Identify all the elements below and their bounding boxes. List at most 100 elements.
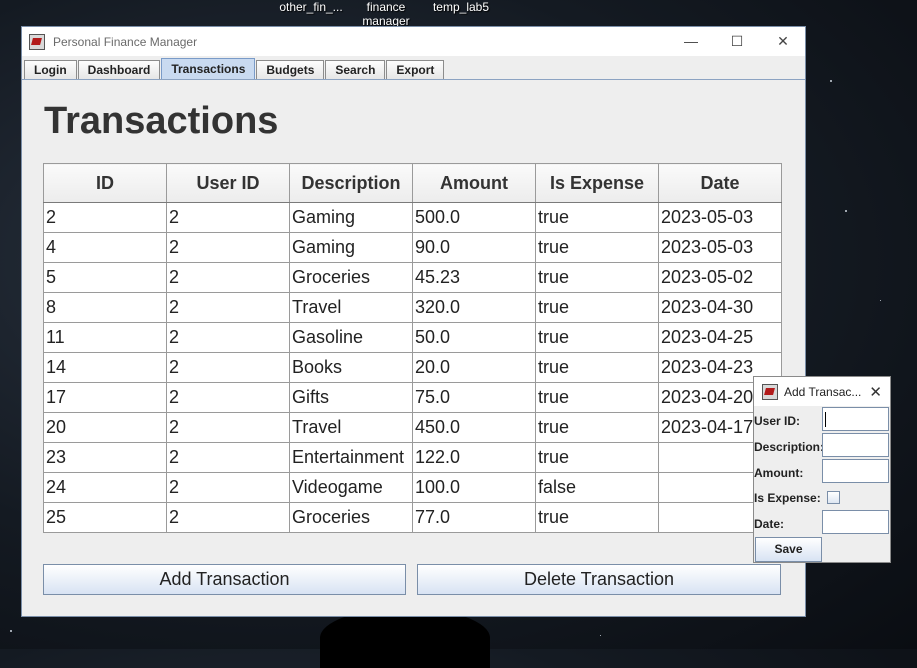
- cell-is-expense[interactable]: true: [535, 382, 659, 413]
- table-row[interactable]: 20 2 Travel 450.0 true 2023-04-17: [43, 412, 782, 443]
- cell-description[interactable]: Gifts: [289, 382, 413, 413]
- column-header-user-id[interactable]: User ID: [166, 163, 290, 203]
- cell-is-expense[interactable]: true: [535, 322, 659, 353]
- cell-is-expense[interactable]: true: [535, 352, 659, 383]
- column-header-is-expense[interactable]: Is Expense: [535, 163, 659, 203]
- cell-amount[interactable]: 100.0: [412, 472, 536, 503]
- save-button[interactable]: Save: [755, 537, 822, 562]
- cell-user-id[interactable]: 2: [166, 202, 290, 233]
- tab-login[interactable]: Login: [24, 60, 77, 79]
- cell-id[interactable]: 24: [43, 472, 167, 503]
- cell-user-id[interactable]: 2: [166, 292, 290, 323]
- dialog-title-bar[interactable]: Add Transac... ✕: [754, 377, 890, 406]
- cell-description[interactable]: Groceries: [289, 262, 413, 293]
- cell-description[interactable]: Videogame: [289, 472, 413, 503]
- column-header-id[interactable]: ID: [43, 163, 167, 203]
- cell-is-expense[interactable]: true: [535, 292, 659, 323]
- dialog-close-button[interactable]: ✕: [869, 383, 882, 401]
- cell-is-expense[interactable]: true: [535, 502, 659, 533]
- column-header-description[interactable]: Description: [289, 163, 413, 203]
- cell-id[interactable]: 2: [43, 202, 167, 233]
- tab-search[interactable]: Search: [325, 60, 386, 79]
- cell-user-id[interactable]: 2: [166, 232, 290, 263]
- amount-field[interactable]: [822, 459, 889, 483]
- delete-transaction-button[interactable]: Delete Transaction: [417, 564, 781, 595]
- tab-budgets[interactable]: Budgets: [256, 60, 325, 79]
- tab-export[interactable]: Export: [386, 60, 445, 79]
- cell-user-id[interactable]: 2: [166, 262, 290, 293]
- cell-amount[interactable]: 450.0: [412, 412, 536, 443]
- cell-description[interactable]: Books: [289, 352, 413, 383]
- tab-transactions[interactable]: Transactions: [161, 58, 256, 79]
- desktop-icon-other-fin[interactable]: other_fin_...: [272, 0, 350, 14]
- cell-id[interactable]: 20: [43, 412, 167, 443]
- cell-description[interactable]: Entertainment: [289, 442, 413, 473]
- table-row[interactable]: 23 2 Entertainment 122.0 true: [43, 442, 782, 473]
- cell-id[interactable]: 5: [43, 262, 167, 293]
- cell-amount[interactable]: 500.0: [412, 202, 536, 233]
- cell-date[interactable]: 2023-05-03: [658, 202, 782, 233]
- date-field[interactable]: [822, 510, 889, 534]
- close-button[interactable]: ✕: [760, 27, 806, 56]
- cell-user-id[interactable]: 2: [166, 442, 290, 473]
- cell-amount[interactable]: 320.0: [412, 292, 536, 323]
- cell-is-expense[interactable]: true: [535, 412, 659, 443]
- add-transaction-button[interactable]: Add Transaction: [43, 564, 406, 595]
- cell-id[interactable]: 17: [43, 382, 167, 413]
- description-field[interactable]: [822, 433, 889, 457]
- cell-description[interactable]: Travel: [289, 292, 413, 323]
- table-row[interactable]: 11 2 Gasoline 50.0 true 2023-04-25: [43, 322, 782, 353]
- cell-is-expense[interactable]: true: [535, 232, 659, 263]
- is-expense-checkbox[interactable]: [827, 491, 840, 504]
- title-bar[interactable]: Personal Finance Manager — ☐ ✕: [22, 27, 805, 56]
- cell-user-id[interactable]: 2: [166, 502, 290, 533]
- table-row[interactable]: 17 2 Gifts 75.0 true 2023-04-20: [43, 382, 782, 413]
- cell-id[interactable]: 14: [43, 352, 167, 383]
- cell-id[interactable]: 8: [43, 292, 167, 323]
- cell-id[interactable]: 23: [43, 442, 167, 473]
- cell-amount[interactable]: 50.0: [412, 322, 536, 353]
- tab-dashboard[interactable]: Dashboard: [77, 60, 161, 79]
- cell-date[interactable]: 2023-05-02: [658, 262, 782, 293]
- desktop-icon-finance-manager[interactable]: finance manager: [354, 0, 418, 28]
- column-header-date[interactable]: Date: [658, 163, 782, 203]
- cell-is-expense[interactable]: true: [535, 262, 659, 293]
- cell-description[interactable]: Groceries: [289, 502, 413, 533]
- cell-is-expense[interactable]: true: [535, 202, 659, 233]
- cell-amount[interactable]: 20.0: [412, 352, 536, 383]
- cell-amount[interactable]: 90.0: [412, 232, 536, 263]
- user-id-field[interactable]: [822, 407, 889, 431]
- cell-description[interactable]: Gaming: [289, 232, 413, 263]
- cell-id[interactable]: 4: [43, 232, 167, 263]
- table-row[interactable]: 25 2 Groceries 77.0 true: [43, 502, 782, 533]
- cell-amount[interactable]: 77.0: [412, 502, 536, 533]
- table-row[interactable]: 5 2 Groceries 45.23 true 2023-05-02: [43, 262, 782, 293]
- maximize-button[interactable]: ☐: [714, 27, 760, 56]
- cell-is-expense[interactable]: true: [535, 442, 659, 473]
- table-row[interactable]: 24 2 Videogame 100.0 false: [43, 472, 782, 503]
- cell-date[interactable]: 2023-04-25: [658, 322, 782, 353]
- column-header-amount[interactable]: Amount: [412, 163, 536, 203]
- cell-amount[interactable]: 122.0: [412, 442, 536, 473]
- cell-date[interactable]: 2023-05-03: [658, 232, 782, 263]
- cell-amount[interactable]: 45.23: [412, 262, 536, 293]
- cell-is-expense[interactable]: false: [535, 472, 659, 503]
- cell-user-id[interactable]: 2: [166, 472, 290, 503]
- table-row[interactable]: 14 2 Books 20.0 true 2023-04-23: [43, 352, 782, 383]
- cell-user-id[interactable]: 2: [166, 412, 290, 443]
- minimize-button[interactable]: —: [668, 27, 714, 56]
- cell-date[interactable]: 2023-04-30: [658, 292, 782, 323]
- desktop-icon-temp-lab5[interactable]: temp_lab5: [424, 0, 498, 14]
- cell-id[interactable]: 25: [43, 502, 167, 533]
- cell-user-id[interactable]: 2: [166, 322, 290, 353]
- table-row[interactable]: 2 2 Gaming 500.0 true 2023-05-03: [43, 202, 782, 233]
- cell-description[interactable]: Gaming: [289, 202, 413, 233]
- cell-description[interactable]: Gasoline: [289, 322, 413, 353]
- cell-id[interactable]: 11: [43, 322, 167, 353]
- cell-user-id[interactable]: 2: [166, 352, 290, 383]
- cell-user-id[interactable]: 2: [166, 382, 290, 413]
- table-row[interactable]: 8 2 Travel 320.0 true 2023-04-30: [43, 292, 782, 323]
- cell-amount[interactable]: 75.0: [412, 382, 536, 413]
- cell-description[interactable]: Travel: [289, 412, 413, 443]
- table-row[interactable]: 4 2 Gaming 90.0 true 2023-05-03: [43, 232, 782, 263]
